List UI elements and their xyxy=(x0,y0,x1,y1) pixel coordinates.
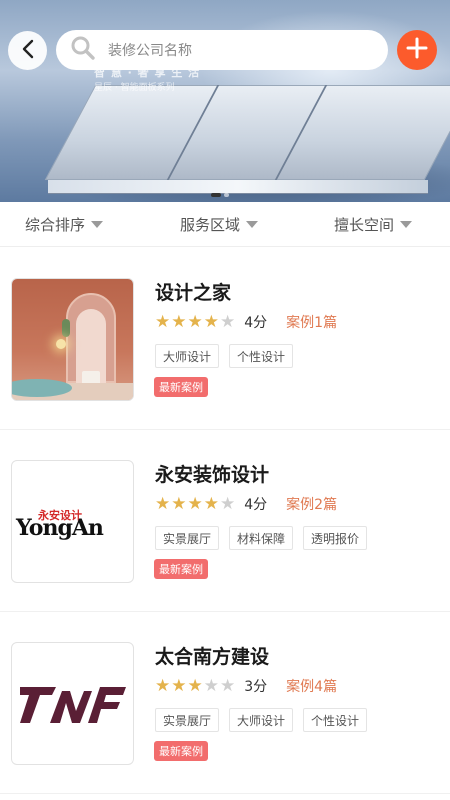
filter-sort[interactable]: 综合排序 xyxy=(25,202,104,247)
chevron-left-icon xyxy=(21,39,35,63)
pagination-dot-active xyxy=(211,193,221,197)
company-name: 设计之家 xyxy=(155,282,232,304)
star-icon: ★ xyxy=(155,311,171,332)
filter-label: 服务区域 xyxy=(180,216,241,234)
star-icon: ★ xyxy=(171,311,187,332)
caret-down-icon xyxy=(91,221,104,228)
company-rating: ★ ★ ★ ★ ★ 4分 案例2篇 xyxy=(155,494,337,514)
filter-service-area[interactable]: 服务区域 xyxy=(180,202,259,247)
company-score: 3分 xyxy=(244,679,268,695)
latest-case-badge: 最新案例 xyxy=(154,377,208,397)
star-icon: ★ xyxy=(203,675,219,696)
star-icon: ★ xyxy=(187,493,203,514)
star-icon: ★ xyxy=(220,311,236,332)
company-thumbnail[interactable] xyxy=(11,642,134,765)
add-button[interactable] xyxy=(397,30,437,70)
caret-down-icon xyxy=(246,221,259,228)
star-icon: ★ xyxy=(203,493,219,514)
back-button[interactable] xyxy=(8,31,47,70)
search-icon xyxy=(70,35,96,65)
banner-pagination xyxy=(211,193,229,197)
company-tag: 材料保障 xyxy=(229,526,294,550)
star-icon: ★ xyxy=(203,311,219,332)
company-thumbnail[interactable] xyxy=(11,278,134,401)
company-name: 永安装饰设计 xyxy=(155,464,270,486)
star-icon: ★ xyxy=(187,675,203,696)
company-tags: 实景展厅 大师设计 个性设计 xyxy=(155,708,368,732)
company-name: 太合南方建设 xyxy=(155,646,270,668)
company-tag: 实景展厅 xyxy=(155,708,220,732)
company-tag: 大师设计 xyxy=(155,344,220,368)
banner-product-image xyxy=(44,85,450,195)
star-icon: ★ xyxy=(220,493,236,514)
pagination-dot xyxy=(224,193,229,197)
star-icon: ★ xyxy=(171,493,187,514)
company-tag: 透明报价 xyxy=(303,526,368,550)
filter-label: 擅长空间 xyxy=(334,216,395,234)
star-icon: ★ xyxy=(187,311,203,332)
tnf-logo xyxy=(20,687,126,723)
company-score: 4分 xyxy=(244,315,268,331)
company-card[interactable]: 永安设计 YongAn 永安装饰设计 ★ ★ ★ ★ ★ 4分 案例2篇 实景展… xyxy=(0,430,450,612)
company-rating: ★ ★ ★ ★ ★ 4分 案例1篇 xyxy=(155,312,337,332)
company-case-count[interactable]: 案例2篇 xyxy=(286,494,337,514)
latest-case-badge: 最新案例 xyxy=(154,741,208,761)
company-thumbnail[interactable]: 永安设计 YongAn xyxy=(11,460,134,583)
star-icon: ★ xyxy=(155,675,171,696)
company-card[interactable]: 太合南方建设 ★ ★ ★ ★ ★ 3分 案例4篇 实景展厅 大师设计 个性设计 … xyxy=(0,612,450,794)
search-input[interactable]: 装修公司名称 xyxy=(56,30,388,70)
company-tag: 实景展厅 xyxy=(155,526,220,550)
caret-down-icon xyxy=(400,221,413,228)
company-case-count[interactable]: 案例4篇 xyxy=(286,676,337,696)
star-icon: ★ xyxy=(155,493,171,514)
banner-subline: 星辰 · 智能面板系列 xyxy=(94,83,175,93)
company-tag: 个性设计 xyxy=(229,344,294,368)
search-placeholder: 装修公司名称 xyxy=(108,43,192,59)
logo-text-en: YongAn xyxy=(16,515,104,541)
company-tags: 实景展厅 材料保障 透明报价 xyxy=(155,526,368,550)
company-rating: ★ ★ ★ ★ ★ 3分 案例4篇 xyxy=(155,676,337,696)
plus-icon xyxy=(406,37,428,63)
company-tags: 大师设计 个性设计 xyxy=(155,344,294,368)
company-score: 4分 xyxy=(244,497,268,513)
company-card[interactable]: 设计之家 ★ ★ ★ ★ ★ 4分 案例1篇 大师设计 个性设计 最新案例 xyxy=(0,248,450,430)
latest-case-badge: 最新案例 xyxy=(154,559,208,579)
company-case-count[interactable]: 案例1篇 xyxy=(286,312,337,332)
filter-label: 综合排序 xyxy=(25,216,86,234)
company-tag: 个性设计 xyxy=(303,708,368,732)
filter-bar: 综合排序 服务区域 擅长空间 xyxy=(0,202,450,247)
company-tag: 大师设计 xyxy=(229,708,294,732)
filter-specialty-space[interactable]: 擅长空间 xyxy=(334,202,413,247)
star-icon: ★ xyxy=(171,675,187,696)
star-icon: ★ xyxy=(220,675,236,696)
